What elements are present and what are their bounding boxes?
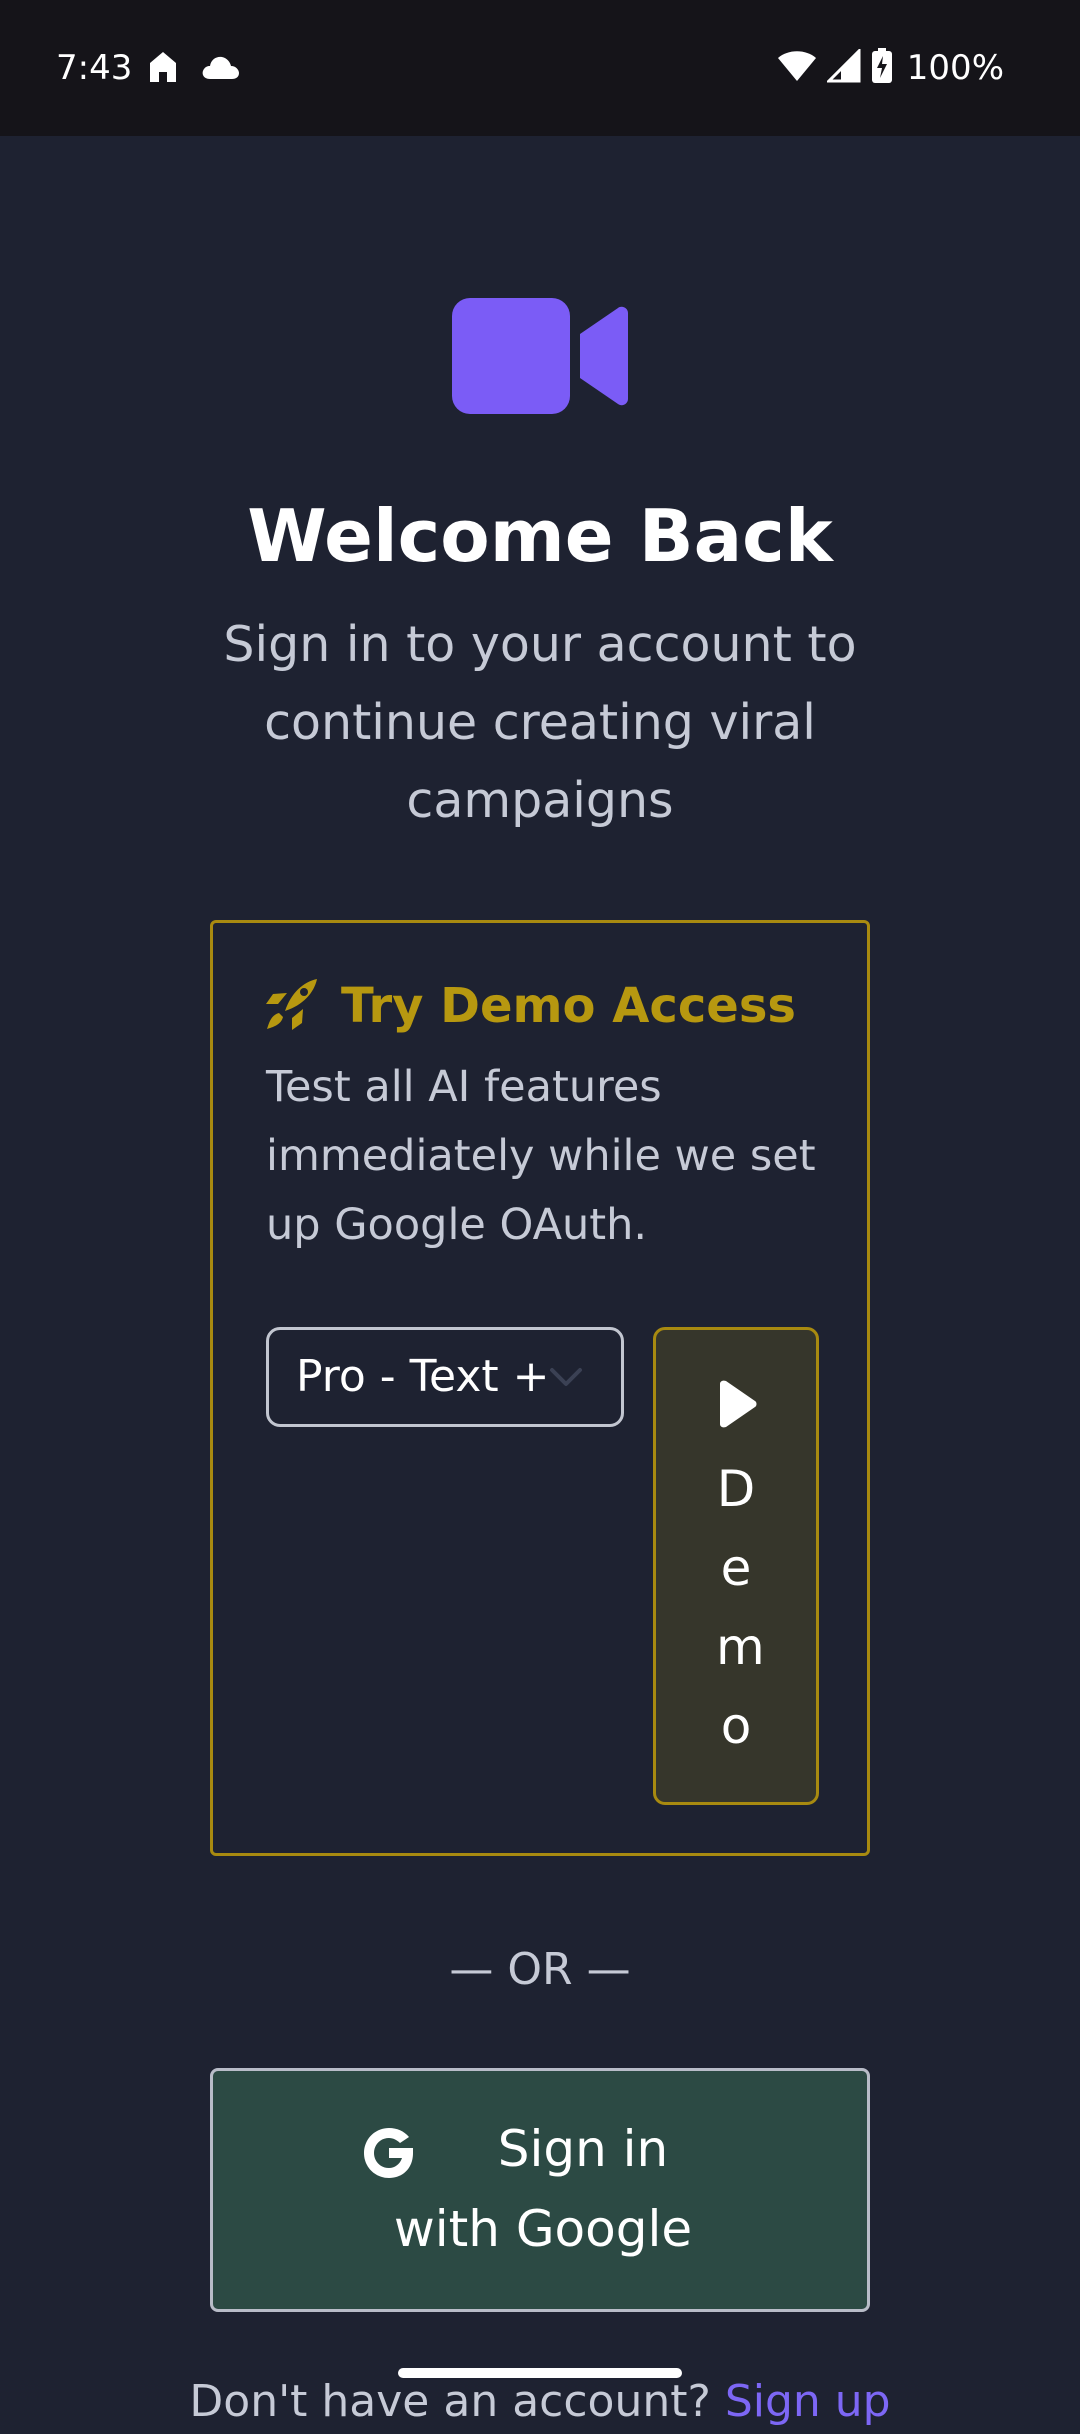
play-icon (714, 1380, 758, 1432)
or-divider: — OR — (449, 1944, 631, 1995)
chevron-down-icon (549, 1366, 583, 1392)
demo-card-description: Test all AI features immediately while w… (266, 1062, 816, 1250)
demo-access-card: Try Demo Access Test all AI features imm… (210, 920, 870, 1856)
google-sign-in-label: Sign in with Google (393, 2120, 693, 2258)
status-bar: 7:43 100% (0, 0, 1080, 136)
cloud-icon (200, 53, 240, 85)
home-indicator[interactable] (398, 2368, 682, 2378)
page-subtitle: Sign in to your account to continue crea… (223, 616, 857, 829)
try-demo-button-label: Demo (716, 1460, 765, 1755)
signup-prompt: Don't have an account? Sign up (0, 2370, 1080, 2434)
signup-link[interactable]: Sign up (725, 2376, 891, 2427)
page-title: Welcome Back (247, 494, 833, 578)
signup-prompt-text: Don't have an account? (189, 2376, 725, 2427)
google-sign-in-button[interactable]: Sign in with Google (210, 2068, 870, 2312)
try-demo-button[interactable]: Demo (653, 1327, 819, 1805)
home-icon (148, 50, 178, 88)
battery-charging-icon (871, 48, 893, 88)
demo-card-header: Try Demo Access (265, 973, 796, 1039)
battery-percentage: 100% (906, 48, 1004, 88)
rocket-icon (265, 977, 319, 1035)
status-time: 7:43 (56, 48, 133, 88)
demo-card-title: Try Demo Access (341, 978, 796, 1034)
video-camera-icon (450, 296, 630, 416)
plan-select-value: Pro - Text + (296, 1351, 550, 1402)
plan-select[interactable]: Pro - Text + (266, 1327, 624, 1427)
wifi-icon (777, 49, 817, 87)
cell-signal-icon (825, 47, 861, 87)
sign-in-page: Welcome Back Sign in to your account to … (0, 136, 1080, 2427)
